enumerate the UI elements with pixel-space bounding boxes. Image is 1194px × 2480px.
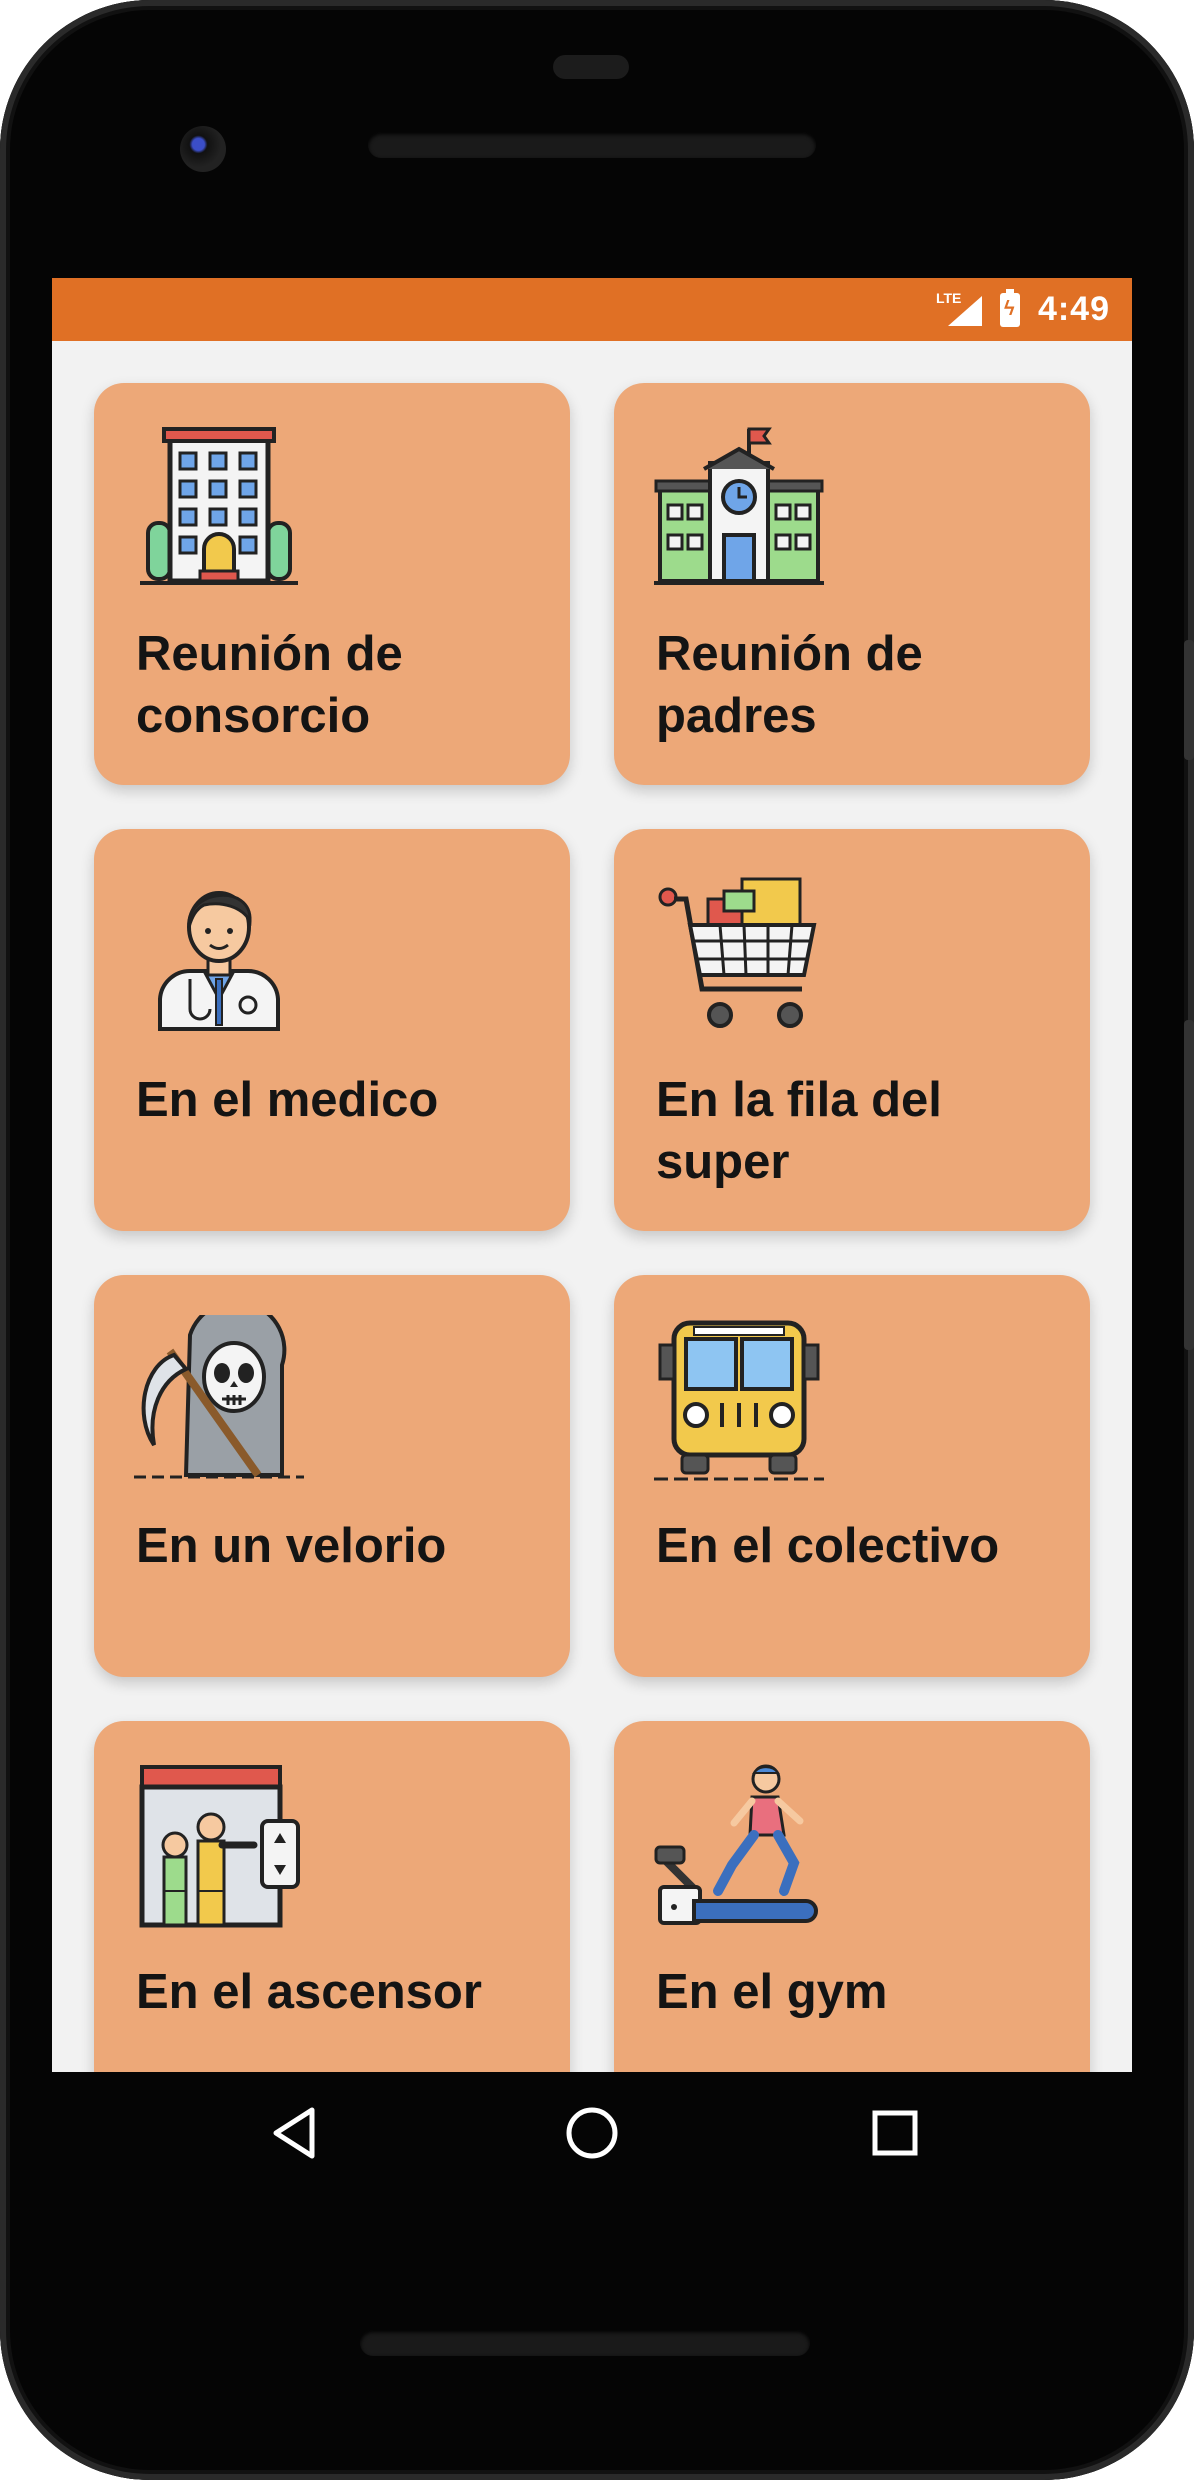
home-icon[interactable] (559, 2100, 625, 2166)
earpiece (553, 55, 629, 79)
status-bar: LTE ϟ 4:49 (52, 278, 1132, 341)
card-label: Reunión de consorcio (136, 627, 403, 743)
card-label: En el colectivo (656, 1519, 1000, 1573)
recents-icon[interactable] (862, 2100, 928, 2166)
card-fila-del-super[interactable]: En la fila del super (614, 829, 1090, 1231)
situation-grid: Reunión de consorcio Reunión de padres E… (94, 383, 1090, 2072)
doctor-icon (158, 891, 280, 1031)
card-reunion-padres[interactable]: Reunión de padres (614, 383, 1090, 785)
card-reunion-consorcio[interactable]: Reunión de consorcio (94, 383, 570, 785)
battery-charging-icon: ϟ (999, 288, 1020, 327)
card-label: Reunión de padres (656, 627, 923, 743)
phone-frame: LTE ϟ 4:49 Reunión de consorcio Reunión … (0, 0, 1194, 2480)
shopping-cart-icon (658, 877, 817, 1028)
volume-button (1184, 640, 1194, 760)
power-button (1184, 1020, 1194, 1350)
app-screen: LTE ϟ 4:49 Reunión de consorcio Reunión … (52, 278, 1132, 2072)
back-icon[interactable] (262, 2100, 328, 2166)
card-en-el-colectivo[interactable]: En el colectivo (614, 1275, 1090, 1677)
card-en-el-ascensor[interactable]: En el ascensor (94, 1721, 570, 2072)
bus-icon (654, 1320, 824, 1481)
apartment-building-icon (140, 427, 298, 585)
elevator-icon (139, 1765, 300, 1928)
card-label: En el ascensor (136, 1965, 482, 2019)
card-en-el-medico[interactable]: En el medico (94, 829, 570, 1231)
bottom-speaker (360, 2330, 810, 2356)
top-speaker (368, 132, 816, 158)
grim-reaper-icon (134, 1315, 304, 1479)
card-label: En el gym (656, 1965, 888, 2019)
card-en-un-velorio[interactable]: En un velorio (94, 1275, 570, 1677)
status-time: 4:49 (1037, 290, 1110, 328)
card-label: En la fila del super (656, 1073, 942, 1189)
card-label: En el medico (136, 1073, 439, 1127)
navigation-bar (52, 2072, 1132, 2202)
card-en-el-gym[interactable]: En el gym (614, 1721, 1090, 2072)
signal-icon: LTE (936, 290, 982, 330)
treadmill-icon (654, 1764, 818, 1925)
front-camera-icon (180, 126, 226, 172)
card-label: En un velorio (136, 1519, 447, 1573)
school-building-icon (654, 427, 824, 585)
